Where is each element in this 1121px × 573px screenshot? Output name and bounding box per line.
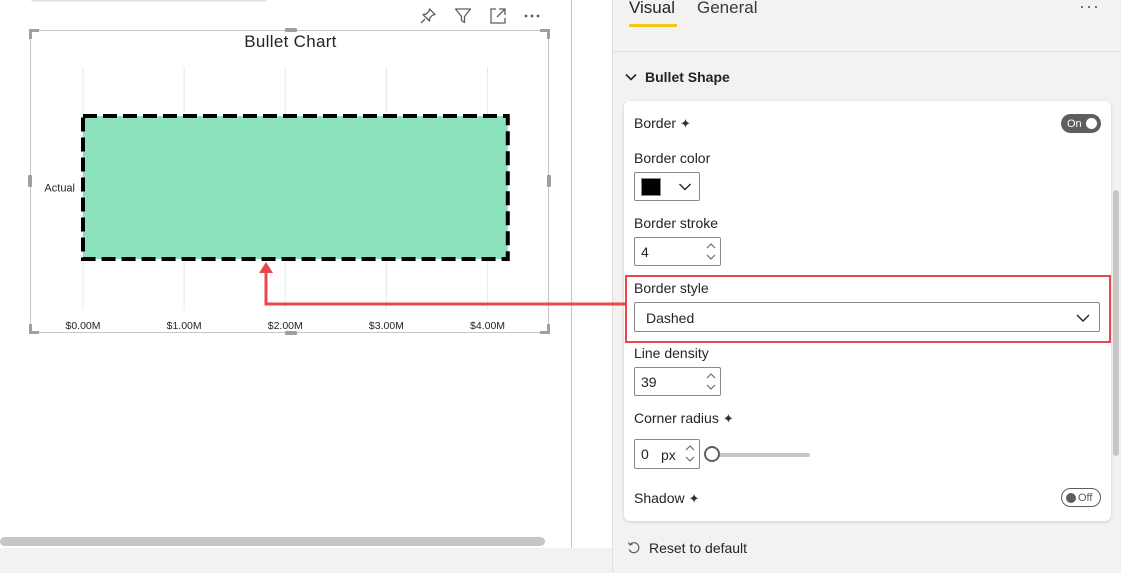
section-title: Bullet Shape <box>645 69 730 85</box>
shadow-toggle-text: Off <box>1078 491 1093 504</box>
stepper-arrows <box>683 442 697 465</box>
x-tick-label: $0.00M <box>65 320 100 332</box>
border-label: Border <box>634 115 677 131</box>
corner-radius-slider[interactable] <box>704 446 810 462</box>
pin-icon[interactable] <box>416 4 440 28</box>
border-toggle[interactable]: On <box>1061 114 1101 133</box>
border-label-row: Border ✦ <box>634 115 691 132</box>
bullet-chart-plot: Actual $0.00M $1.00M $2.00M $3.00M $4.00M <box>44 67 510 332</box>
slider-thumb[interactable] <box>704 446 720 462</box>
section-bullet-shape-header[interactable]: Bullet Shape <box>623 66 730 88</box>
pane-more-options-icon[interactable]: ··· <box>1079 0 1100 17</box>
corner-radius-label-row: Corner radius ✦ <box>634 410 734 427</box>
chevron-up-icon[interactable] <box>704 240 718 251</box>
more-options-icon[interactable] <box>520 4 544 28</box>
filter-icon[interactable] <box>451 4 475 28</box>
x-tick-label: $1.00M <box>167 320 202 332</box>
border-toggle-text: On <box>1067 117 1082 130</box>
canvas-divider <box>571 0 572 548</box>
corner-radius-unit: px <box>661 447 676 463</box>
toggle-knob <box>1066 492 1076 503</box>
chevron-up-icon[interactable] <box>704 370 718 381</box>
chevron-down-icon[interactable] <box>704 382 718 393</box>
chevron-down-icon[interactable] <box>704 252 718 263</box>
line-density-stepper <box>634 367 721 396</box>
canvas-horizontal-scrollbar[interactable] <box>0 537 545 546</box>
sparkle-icon: ✦ <box>722 411 734 426</box>
shadow-label: Shadow <box>634 490 685 506</box>
color-swatch <box>641 178 661 196</box>
corner-radius-stepper: px <box>634 439 700 469</box>
border-stroke-label: Border stroke <box>634 215 719 231</box>
stepper-arrows <box>704 370 718 393</box>
chevron-down-icon <box>677 179 693 200</box>
shadow-label-row: Shadow ✦ <box>634 490 700 507</box>
bar <box>81 114 510 261</box>
category-label: Actual <box>44 183 75 195</box>
stepper-arrows <box>704 240 718 263</box>
bullet-chart-visual[interactable]: Bullet Chart Actual $0.00M $1.00M $2.00M $3.… <box>28 28 551 335</box>
tab-general[interactable]: General <box>697 0 757 18</box>
annotation-highlight-box <box>625 275 1111 343</box>
line-density-input[interactable] <box>635 368 703 395</box>
pane-vertical-scrollbar[interactable] <box>1113 190 1119 456</box>
line-density-label: Line density <box>634 345 709 361</box>
border-stroke-stepper <box>634 237 721 266</box>
chevron-down-icon <box>623 69 639 85</box>
corner-radius-input[interactable] <box>635 440 657 468</box>
undo-icon <box>627 541 641 555</box>
border-stroke-input[interactable] <box>635 238 703 265</box>
sparkle-icon: ✦ <box>680 116 691 131</box>
shadow-toggle[interactable]: Off <box>1061 488 1101 507</box>
chevron-up-icon[interactable] <box>683 442 697 453</box>
visual-header <box>416 4 551 28</box>
reset-to-default-button[interactable]: Reset to default <box>627 538 747 558</box>
report-canvas: Bullet Chart Actual $0.00M $1.00M $2.00M $3.… <box>0 0 571 548</box>
corner-radius-label: Corner radius <box>634 410 719 426</box>
canvas-bottom-bar <box>0 548 612 573</box>
slider-track <box>718 453 810 457</box>
chevron-down-icon[interactable] <box>683 454 697 465</box>
sparkle-icon: ✦ <box>688 491 700 506</box>
focus-mode-icon[interactable] <box>486 4 510 28</box>
x-tick-label: $3.00M <box>369 320 404 332</box>
x-tick-label: $2.00M <box>268 320 303 332</box>
border-color-label: Border color <box>634 150 711 166</box>
x-tick-label: $4.00M <box>470 320 505 332</box>
format-pane-tabs: Visual General ··· <box>613 0 1121 52</box>
tab-visual[interactable]: Visual <box>629 0 675 18</box>
reset-label: Reset to default <box>649 540 748 556</box>
tab-visual-underline <box>629 24 677 27</box>
toggle-knob <box>1085 118 1097 129</box>
border-color-picker[interactable] <box>634 172 700 201</box>
